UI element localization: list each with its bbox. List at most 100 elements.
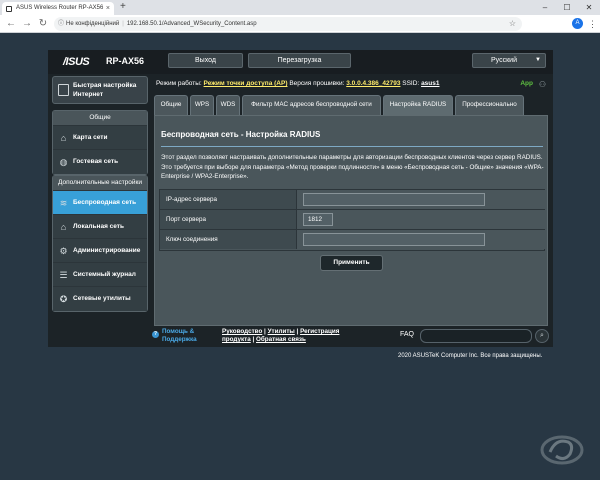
administration-icon: ⚙ (59, 246, 68, 256)
network-map-icon: ⌂ (60, 133, 67, 143)
page-title: Беспроводная сеть - Настройка RADIUS (161, 130, 321, 139)
server-ip-label: IP-адрес сервера (160, 190, 297, 209)
sidebar-item-wireless[interactable]: ≋ Беспроводная сеть (53, 191, 147, 215)
connection-key-input[interactable] (303, 233, 485, 246)
title-divider (161, 146, 543, 147)
url-text: 192.168.50.1/Advanced_WSecurity_Content.… (126, 21, 257, 27)
firmware-version-link[interactable]: 3.0.0.4.386_42793 (346, 80, 400, 87)
forward-icon[interactable]: → (20, 17, 34, 31)
back-icon[interactable]: ← (4, 17, 18, 31)
sidebar-item-label: Беспроводная сеть (73, 199, 137, 206)
profile-avatar[interactable]: A (572, 18, 583, 29)
form-row-connection-key: Ключ соединения (160, 230, 545, 250)
window-minimize-button[interactable]: – (534, 0, 556, 15)
section-description: Этот раздел позволяет настраивать дополн… (161, 154, 544, 180)
tab-wps[interactable]: WPS (190, 95, 214, 115)
watermark-logo-icon (540, 435, 584, 465)
page-favicon-icon (6, 6, 12, 12)
security-label: Не конфіденційний (66, 21, 120, 27)
address-bar[interactable]: ⓘ Не конфіденційний | 192.168.50.1/Advance… (54, 17, 522, 31)
help-label: Помощь & Поддержка (162, 328, 197, 343)
tab-wds[interactable]: WDS (216, 95, 240, 115)
model-name: RP-AX56 (106, 56, 145, 66)
logout-button[interactable]: Выход (168, 53, 243, 68)
language-value: Русский (491, 57, 517, 64)
dropdown-arrow-icon: ▼ (535, 57, 541, 63)
server-port-input[interactable]: 1812 (303, 213, 333, 226)
window-close-button[interactable]: ✕ (578, 0, 600, 15)
guest-network-icon: ◍ (59, 157, 68, 167)
ssid-link[interactable]: asus1 (421, 80, 439, 87)
qis-label: Быстрая настройка Интернет (73, 82, 137, 98)
quick-setup-icon (58, 84, 69, 96)
feedback-link[interactable]: Обратная связь (256, 336, 306, 343)
router-page: /ISUS RP-AX56 Выход Перезагрузка Русский… (48, 50, 553, 347)
operation-mode-link[interactable]: Режим точки доступа (AP) (204, 80, 288, 87)
search-icon[interactable]: ⌕ (535, 329, 549, 343)
system-log-icon: ☰ (59, 270, 68, 280)
address-separator: | (122, 21, 124, 27)
new-tab-button[interactable]: + (120, 1, 126, 13)
connection-key-label: Ключ соединения (160, 230, 297, 249)
tab-close-icon[interactable]: × (106, 2, 110, 15)
advanced-group-title: Дополнительные настройки (53, 176, 147, 191)
faq-search-input[interactable] (420, 329, 532, 343)
form-value-cell (297, 230, 545, 249)
status-bar: Режим работы: Режим точки доступа (AP) В… (152, 76, 549, 92)
help-icon: ? (152, 331, 159, 338)
tab-mac-filter[interactable]: Фильтр MAC адресов беспроводной сети (242, 95, 381, 115)
sidebar-item-guest-network[interactable]: ◍ Гостевая сеть (53, 150, 147, 174)
info-icon[interactable]: ⓘ (58, 17, 64, 31)
general-group-title: Общие (53, 111, 147, 126)
advanced-group: Дополнительные настройки ≋ Беспроводная … (52, 175, 148, 312)
form-row-server-port: Порт сервера 1812 (160, 210, 545, 230)
product-registration-link-cont[interactable]: продукта (222, 336, 251, 343)
sidebar-item-label: Локальная сеть (73, 223, 124, 230)
bookmark-star-icon[interactable]: ☆ (509, 17, 516, 31)
sidebar-item-lan[interactable]: ⌂ Локальная сеть (53, 215, 147, 239)
lan-icon: ⌂ (60, 222, 67, 232)
manual-link[interactable]: Руководство (222, 328, 262, 335)
sidebar-item-network-map[interactable]: ⌂ Карта сети (53, 126, 147, 150)
tab-radius-setting[interactable]: Настройка RADIUS (383, 95, 453, 115)
server-ip-input[interactable] (303, 193, 485, 206)
language-select[interactable]: Русский ▼ (472, 53, 546, 68)
user-icon[interactable]: ⚇ (539, 77, 546, 93)
product-registration-link[interactable]: Регистрация (300, 328, 339, 335)
server-port-label: Порт сервера (160, 210, 297, 229)
quick-internet-setup-button[interactable]: Быстрая настройка Интернет (52, 76, 148, 104)
reboot-button[interactable]: Перезагрузка (248, 53, 351, 68)
reload-icon[interactable]: ↻ (36, 17, 50, 31)
tab-general[interactable]: Общие (154, 95, 188, 115)
footer-links: Руководство | Утилиты | Регистрация прод… (222, 328, 340, 343)
browser-menu-icon[interactable]: ⋮ (588, 17, 597, 31)
form-value-cell (297, 190, 545, 209)
network-tools-icon: ✪ (59, 294, 68, 304)
sidebar-item-system-log[interactable]: ☰ Системный журнал (53, 263, 147, 287)
firmware-label: Версия прошивки: (289, 80, 345, 87)
wireless-icon: ≋ (59, 198, 68, 208)
window-maximize-button[interactable]: ☐ (556, 0, 578, 15)
general-group: Общие ⌂ Карта сети ◍ Гостевая сеть (52, 110, 148, 175)
utilities-link[interactable]: Утилиты (268, 328, 295, 335)
browser-tab-bar: ASUS Wireless Router RP-AX56 × + – ☐ ✕ (0, 0, 600, 15)
copyright-text: 2020 ASUSTeK Computer Inc. Все права защ… (398, 353, 543, 359)
app-link[interactable]: App (520, 76, 533, 92)
sidebar-item-label: Сетевые утилиты (73, 295, 131, 302)
tab-professional[interactable]: Профессионально (455, 95, 524, 115)
router-footer: ? Помощь & Поддержка Руководство | Утили… (152, 328, 549, 344)
faq-label: FAQ (400, 331, 415, 338)
apply-button[interactable]: Применить (320, 255, 383, 271)
asus-logo: /ISUS (63, 56, 90, 68)
sidebar-item-administration[interactable]: ⚙ Админи­стри­рование (53, 239, 147, 263)
sidebar-item-network-tools[interactable]: ✪ Сетевые утилиты (53, 287, 147, 311)
help-support-link[interactable]: ? Помощь & Поддержка (152, 328, 214, 344)
browser-tab[interactable]: ASUS Wireless Router RP-AX56 × (2, 2, 114, 15)
radius-settings-panel: Беспроводная сеть - Настройка RADIUS Это… (154, 115, 548, 326)
form-row-server-ip: IP-адрес сервера (160, 190, 545, 210)
tab-title: ASUS Wireless Router RP-AX56 (16, 5, 104, 11)
sidebar-item-label: Карта сети (73, 134, 108, 141)
browser-toolbar: ← → ↻ ⓘ Не конфіденційний | 192.168.50.1/A… (0, 15, 600, 33)
form-value-cell: 1812 (297, 210, 545, 229)
sidebar-item-label: Гостевая сеть (73, 158, 119, 165)
